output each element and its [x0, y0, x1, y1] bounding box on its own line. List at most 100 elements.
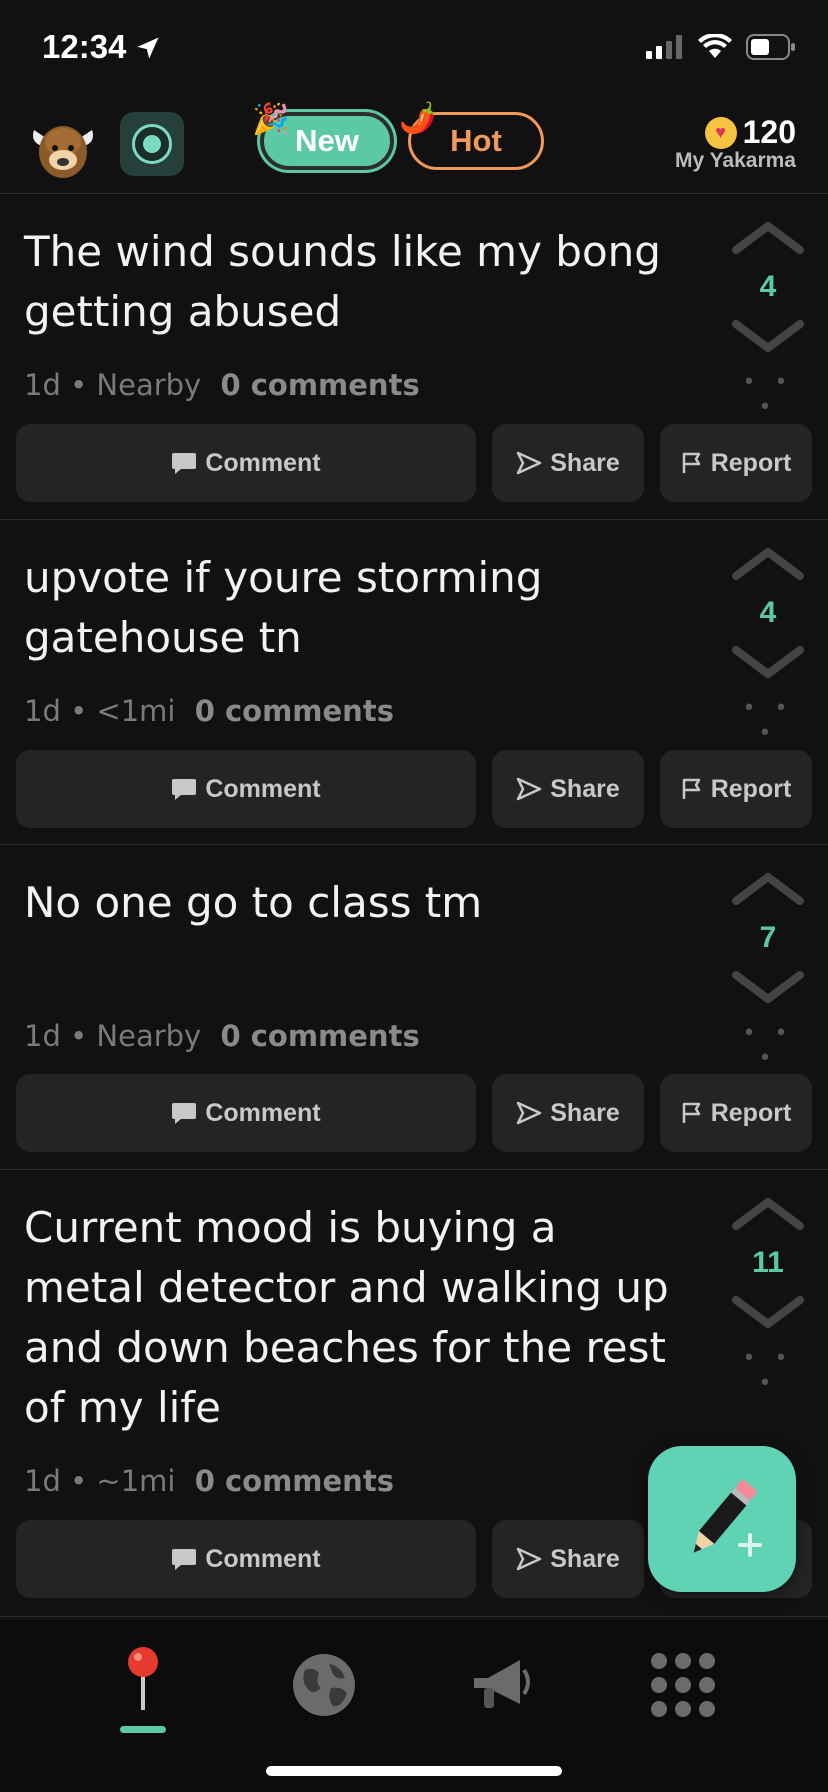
post-actions: Comment Share Report — [16, 750, 812, 828]
post-distance: ~1mi — [96, 1464, 176, 1498]
report-button[interactable]: Report — [660, 424, 812, 502]
report-button[interactable]: Report — [660, 750, 812, 828]
nav-announcements[interactable] — [456, 1640, 546, 1730]
meta-separator: • — [70, 694, 88, 728]
karma-value: 120 — [742, 114, 796, 150]
comment-button[interactable]: Comment — [16, 1520, 476, 1598]
share-label: Share — [550, 1098, 620, 1127]
downvote-icon[interactable] — [730, 1294, 806, 1330]
tab-new-label: New — [295, 123, 359, 158]
karma-label: My Yakarma — [674, 149, 796, 172]
heart-icon: ♥ — [704, 116, 737, 149]
comment-button[interactable]: Comment — [16, 1074, 476, 1152]
share-button[interactable]: Share — [492, 424, 644, 502]
flag-icon — [682, 778, 700, 799]
post-meta: 1d • <1mi 0 comments — [24, 694, 394, 728]
report-label: Report — [710, 774, 792, 803]
share-button[interactable]: Share — [492, 1520, 644, 1598]
more-options-icon[interactable]: • • • — [738, 1346, 798, 1396]
share-icon — [517, 1101, 542, 1125]
nav-more[interactable] — [638, 1640, 728, 1730]
post-meta: 1d • Nearby 0 comments — [24, 1019, 420, 1053]
comment-button[interactable]: Comment — [16, 424, 476, 502]
new-post-button[interactable] — [648, 1446, 796, 1592]
home-indicator[interactable] — [266, 1766, 562, 1776]
share-label: Share — [550, 448, 620, 477]
vote-count: 11 — [752, 1246, 784, 1279]
flag-icon — [682, 452, 700, 473]
comment-label: Comment — [205, 1544, 321, 1573]
downvote-icon[interactable] — [730, 969, 806, 1005]
nav-local-feed[interactable] — [98, 1640, 188, 1730]
status-time: 12:34 — [42, 28, 127, 65]
post-meta: 1d • ~1mi 0 comments — [24, 1464, 394, 1498]
location-arrow-icon — [137, 37, 159, 59]
upvote-icon[interactable] — [730, 871, 806, 907]
post-actions: Comment Share Report — [16, 1074, 812, 1152]
comment-button[interactable]: Comment — [16, 750, 476, 828]
pin-icon — [128, 1647, 158, 1710]
share-button[interactable]: Share — [492, 750, 644, 828]
post-actions: Comment Share Report — [16, 424, 812, 502]
school-logo[interactable] — [120, 112, 184, 176]
nav-explore[interactable] — [279, 1640, 369, 1730]
downvote-icon[interactable] — [730, 318, 806, 354]
post-age: 1d — [24, 368, 61, 402]
vote-count: 4 — [759, 270, 777, 303]
karma-widget[interactable]: ♥ 120 My Yakarma — [675, 114, 796, 173]
vote-count: 4 — [759, 596, 777, 629]
comment-label: Comment — [205, 448, 321, 477]
post-text: No one go to class tm — [24, 878, 483, 927]
comment-count[interactable]: 0 comments — [195, 1464, 394, 1498]
flag-icon — [682, 1102, 700, 1123]
pencil-plus-icon — [693, 1480, 762, 1557]
signal-icon — [646, 35, 682, 59]
share-icon — [517, 777, 542, 801]
comment-count[interactable]: 0 comments — [220, 368, 419, 402]
comment-icon — [172, 453, 197, 474]
more-options-icon[interactable]: • • • — [738, 370, 798, 420]
party-popper-icon: 🎉 — [252, 103, 290, 136]
comment-icon — [172, 1103, 197, 1124]
downvote-icon[interactable] — [730, 644, 806, 680]
share-label: Share — [550, 1544, 620, 1573]
report-label: Report — [710, 1098, 792, 1127]
tab-hot[interactable]: 🌶️ Hot — [399, 102, 544, 170]
comment-count[interactable]: 0 comments — [220, 1019, 419, 1053]
upvote-icon[interactable] — [730, 1196, 806, 1232]
meta-separator: • — [70, 1019, 88, 1053]
vote-control: 4 — [730, 220, 806, 354]
post-card[interactable]: No one go to class tm 7 • • • 1d • Nearb… — [0, 845, 828, 1170]
more-options-icon[interactable]: • • • — [738, 1021, 798, 1071]
school-logo-icon — [132, 124, 172, 164]
share-icon — [517, 1547, 542, 1571]
post-age: 1d — [24, 1464, 61, 1498]
globe-icon — [293, 1654, 355, 1716]
battery-icon — [746, 34, 795, 60]
yak-avatar-icon[interactable] — [28, 112, 98, 182]
share-label: Share — [550, 774, 620, 803]
share-button[interactable]: Share — [492, 1074, 644, 1152]
grid-icon — [651, 1653, 715, 1717]
post-text: Current mood is buying a metal detector … — [24, 1203, 669, 1432]
feed-tabs: 🎉 New 🌶️ Hot — [252, 102, 544, 170]
upvote-icon[interactable] — [730, 220, 806, 256]
post-text: upvote if youre storming gatehouse tn — [24, 553, 543, 662]
upvote-icon[interactable] — [730, 546, 806, 582]
post-card[interactable]: upvote if youre storming gatehouse tn 4 … — [0, 520, 828, 845]
report-label: Report — [710, 448, 792, 477]
more-options-icon[interactable]: • • • — [738, 696, 798, 746]
report-button[interactable]: Report — [660, 1074, 812, 1152]
post-distance: <1mi — [96, 694, 176, 728]
post-distance: Nearby — [96, 1019, 202, 1053]
vote-control: 4 — [730, 546, 806, 680]
post-meta: 1d • Nearby 0 comments — [24, 368, 420, 402]
tab-new[interactable]: 🎉 New — [252, 103, 394, 170]
post-distance: Nearby — [96, 368, 202, 402]
post-card[interactable]: The wind sounds like my bong getting abu… — [0, 194, 828, 520]
post-text: The wind sounds like my bong getting abu… — [24, 227, 661, 336]
wifi-icon — [698, 34, 732, 58]
tab-hot-label: Hot — [450, 123, 502, 158]
comment-count[interactable]: 0 comments — [195, 694, 394, 728]
share-icon — [517, 451, 542, 475]
